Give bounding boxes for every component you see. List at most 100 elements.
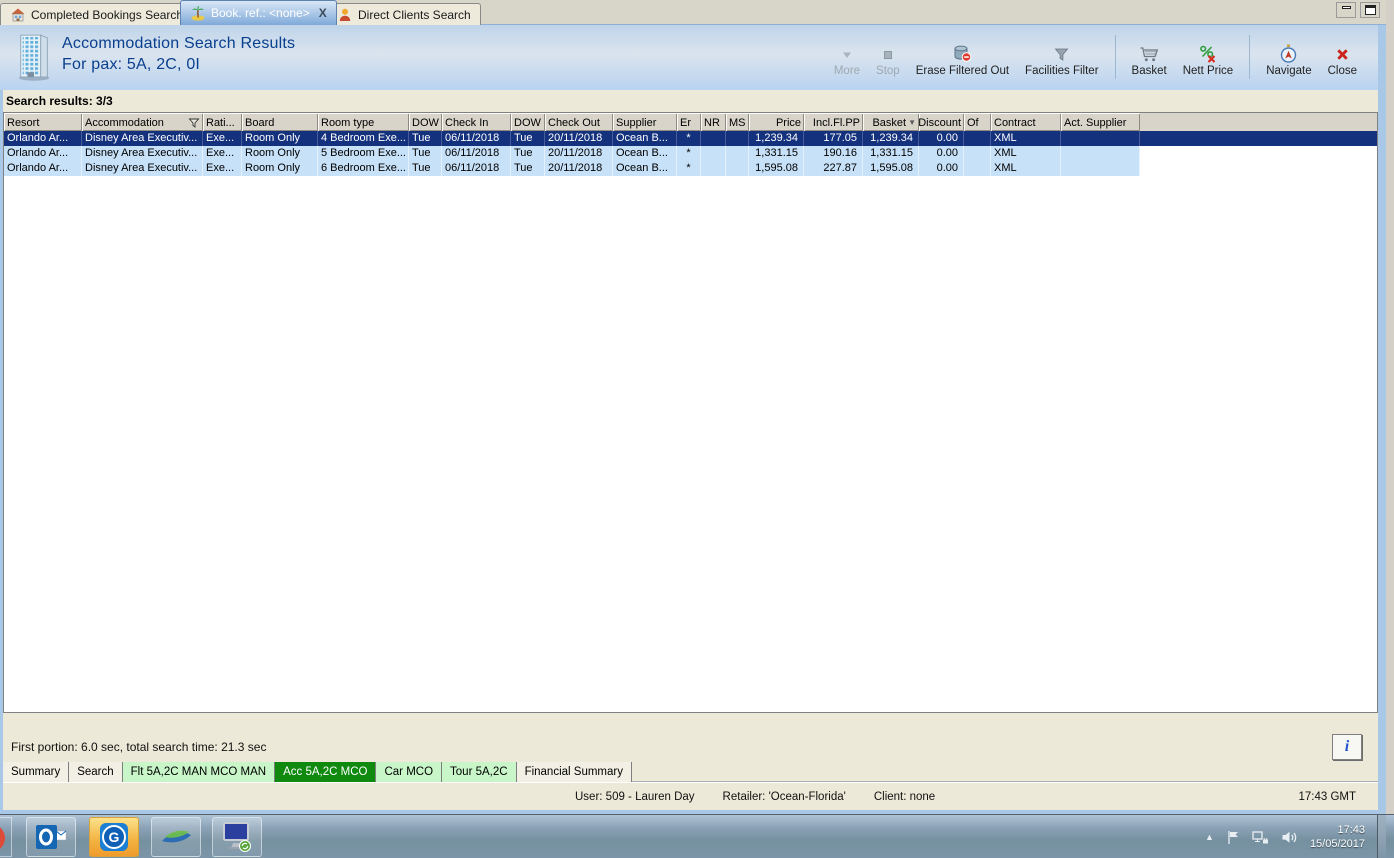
cell-basket: 1,595.08 — [863, 161, 919, 176]
cell-ms — [726, 161, 749, 176]
cell-of — [964, 131, 991, 146]
column-header-discount[interactable]: Discount — [919, 113, 964, 131]
info-button[interactable]: i — [1332, 734, 1362, 760]
tab-direct-clients-search[interactable]: Direct Clients Search — [327, 3, 481, 25]
column-header-act-supplier[interactable]: Act. Supplier — [1061, 113, 1140, 131]
cell-dow: Tue — [409, 131, 442, 146]
cell-room-type: 6 Bedroom Exe... — [318, 161, 409, 176]
column-header-of[interactable]: Of — [964, 113, 991, 131]
maximize-button[interactable] — [1360, 2, 1380, 18]
cell-resort: Orlando Ar... — [4, 146, 82, 161]
cell-accommodation: Disney Area Executiv... — [82, 146, 203, 161]
cell-dow: Tue — [409, 146, 442, 161]
column-header-check-out[interactable]: Check Out — [545, 113, 613, 131]
grid-header-row: Resort Accommodation Rati... Board Room type… — [4, 113, 1377, 131]
cell-act-supplier — [1061, 131, 1140, 146]
show-desktop-button[interactable] — [1377, 815, 1386, 858]
cell-nr — [701, 131, 726, 146]
column-header-label: MS — [729, 117, 746, 129]
column-header-check-in[interactable]: Check In — [442, 113, 511, 131]
toolbar-button-label: Stop — [876, 65, 900, 77]
taskbar-item-swoosh[interactable] — [151, 817, 201, 857]
table-row-cells: Orlando Ar... Disney Area Executiv... Exe.… — [4, 161, 1140, 176]
cell-board: Room Only — [242, 131, 318, 146]
taskbar-item-remote-desktop[interactable] — [212, 817, 262, 857]
column-header-contract[interactable]: Contract — [991, 113, 1061, 131]
table-row[interactable]: Orlando Ar... Disney Area Executiv... Exe.… — [4, 161, 1377, 176]
cell-er: * — [677, 146, 701, 161]
bottom-tab-search[interactable]: Search — [69, 762, 123, 782]
cell-incl-fl-pp: 177.05 — [804, 131, 863, 146]
column-header-supplier[interactable]: Supplier — [613, 113, 677, 131]
volume-icon[interactable] — [1281, 830, 1298, 845]
column-header-label: Check In — [445, 117, 489, 129]
nettprice-icon — [1198, 43, 1217, 63]
close-button[interactable]: Close — [1325, 41, 1360, 79]
client-icon — [337, 7, 353, 23]
table-row[interactable]: Orlando Ar... Disney Area Executiv... Exe.… — [4, 131, 1377, 146]
toolbar-button-label: More — [833, 65, 861, 77]
column-header-accommodation[interactable]: Accommodation — [82, 113, 203, 131]
cell-price: 1,331.15 — [749, 146, 804, 161]
column-header-label: Accommodation — [85, 117, 164, 129]
column-header-dow[interactable]: DOW — [511, 113, 545, 131]
column-header-label: Room type — [321, 117, 375, 129]
nett-price-button[interactable]: Nett Price — [1180, 41, 1237, 79]
column-header-er[interactable]: Er — [677, 113, 701, 131]
tab-label: Book. ref.: <none> — [211, 6, 310, 20]
column-header-basket[interactable]: Basket ▼ — [863, 113, 919, 131]
cell-contract: XML — [991, 131, 1061, 146]
network-icon[interactable] — [1252, 830, 1269, 845]
action-center-flag-icon[interactable] — [1226, 830, 1240, 845]
taskbar-item-chrome-partial[interactable] — [0, 817, 12, 857]
column-header-label: Rati... — [206, 117, 235, 129]
bottom-tab-car-mco[interactable]: Car MCO — [376, 762, 443, 782]
bottom-tab-acc-5a-2c-mco[interactable]: Acc 5A,2C MCO — [275, 762, 377, 782]
bottom-tab-tour-5a-2c[interactable]: Tour 5A,2C — [442, 762, 517, 782]
clock-time: 17:43 — [1337, 824, 1365, 836]
column-header-incl-fl-pp[interactable]: Incl.Fl.PP — [804, 113, 863, 131]
tab-completed-bookings-search[interactable]: Completed Bookings Search — [0, 3, 194, 25]
column-header-rati[interactable]: Rati... — [203, 113, 242, 131]
page-title-line1: Accommodation Search Results — [62, 35, 296, 52]
taskbar-item-outlook[interactable] — [26, 817, 76, 857]
minimize-button[interactable] — [1336, 2, 1356, 18]
bottom-tab-bar: Summary Search Flt 5A,2C MAN MCO MAN Acc 5A… — [3, 762, 1378, 782]
bottom-tab-flt-5a-2c-man-mco-man[interactable]: Flt 5A,2C MAN MCO MAN — [122, 762, 276, 782]
cell-resort: Orlando Ar... — [4, 131, 82, 146]
show-hidden-icons[interactable]: ▲ — [1205, 832, 1214, 842]
taskbar-clock[interactable]: 17:43 15/05/2017 — [1310, 823, 1365, 851]
navigate-button[interactable]: Navigate — [1263, 41, 1314, 79]
cell-basket: 1,331.15 — [863, 146, 919, 161]
column-header-price[interactable]: Price — [749, 113, 804, 131]
column-header-label: DOW — [412, 117, 439, 129]
bottom-tab-financial-summary[interactable]: Financial Summary — [516, 762, 632, 782]
cell-supplier: Ocean B... — [613, 131, 677, 146]
toolbar-button-label: Erase Filtered Out — [915, 65, 1010, 77]
cell-ms — [726, 131, 749, 146]
taskbar-item-g-app[interactable]: G — [89, 817, 139, 857]
toolbar-button-label: Nett Price — [1182, 65, 1234, 77]
erase-filtered-out-button[interactable]: Erase Filtered Out — [913, 41, 1012, 79]
column-header-resort[interactable]: Resort — [4, 113, 82, 131]
table-row[interactable]: Orlando Ar... Disney Area Executiv... Exe.… — [4, 146, 1377, 161]
column-header-label: Incl.Fl.PP — [812, 117, 860, 129]
window-controls — [1336, 2, 1380, 18]
column-header-room-type[interactable]: Room type — [318, 113, 409, 131]
column-header-nr[interactable]: NR — [701, 113, 726, 131]
bottom-tab-summary[interactable]: Summary — [3, 762, 70, 782]
column-header-ms[interactable]: MS — [726, 113, 749, 131]
cell-incl-fl-pp: 190.16 — [804, 146, 863, 161]
cell-er: * — [677, 131, 701, 146]
cell-room-type: 5 Bedroom Exe... — [318, 146, 409, 161]
tab-book-ref-none[interactable]: Book. ref.: <none> X — [180, 0, 337, 25]
column-header-board[interactable]: Board — [242, 113, 318, 131]
cell-resort: Orlando Ar... — [4, 161, 82, 176]
facilities-filter-button[interactable]: Facilities Filter — [1022, 41, 1101, 79]
results-summary: Search results: 3/3 — [0, 90, 1386, 113]
basket-button[interactable]: Basket — [1129, 41, 1170, 79]
column-header-dow[interactable]: DOW — [409, 113, 442, 131]
cell-contract: XML — [991, 146, 1061, 161]
cell-dow: Tue — [409, 161, 442, 176]
tab-close-icon[interactable]: X — [319, 6, 327, 20]
